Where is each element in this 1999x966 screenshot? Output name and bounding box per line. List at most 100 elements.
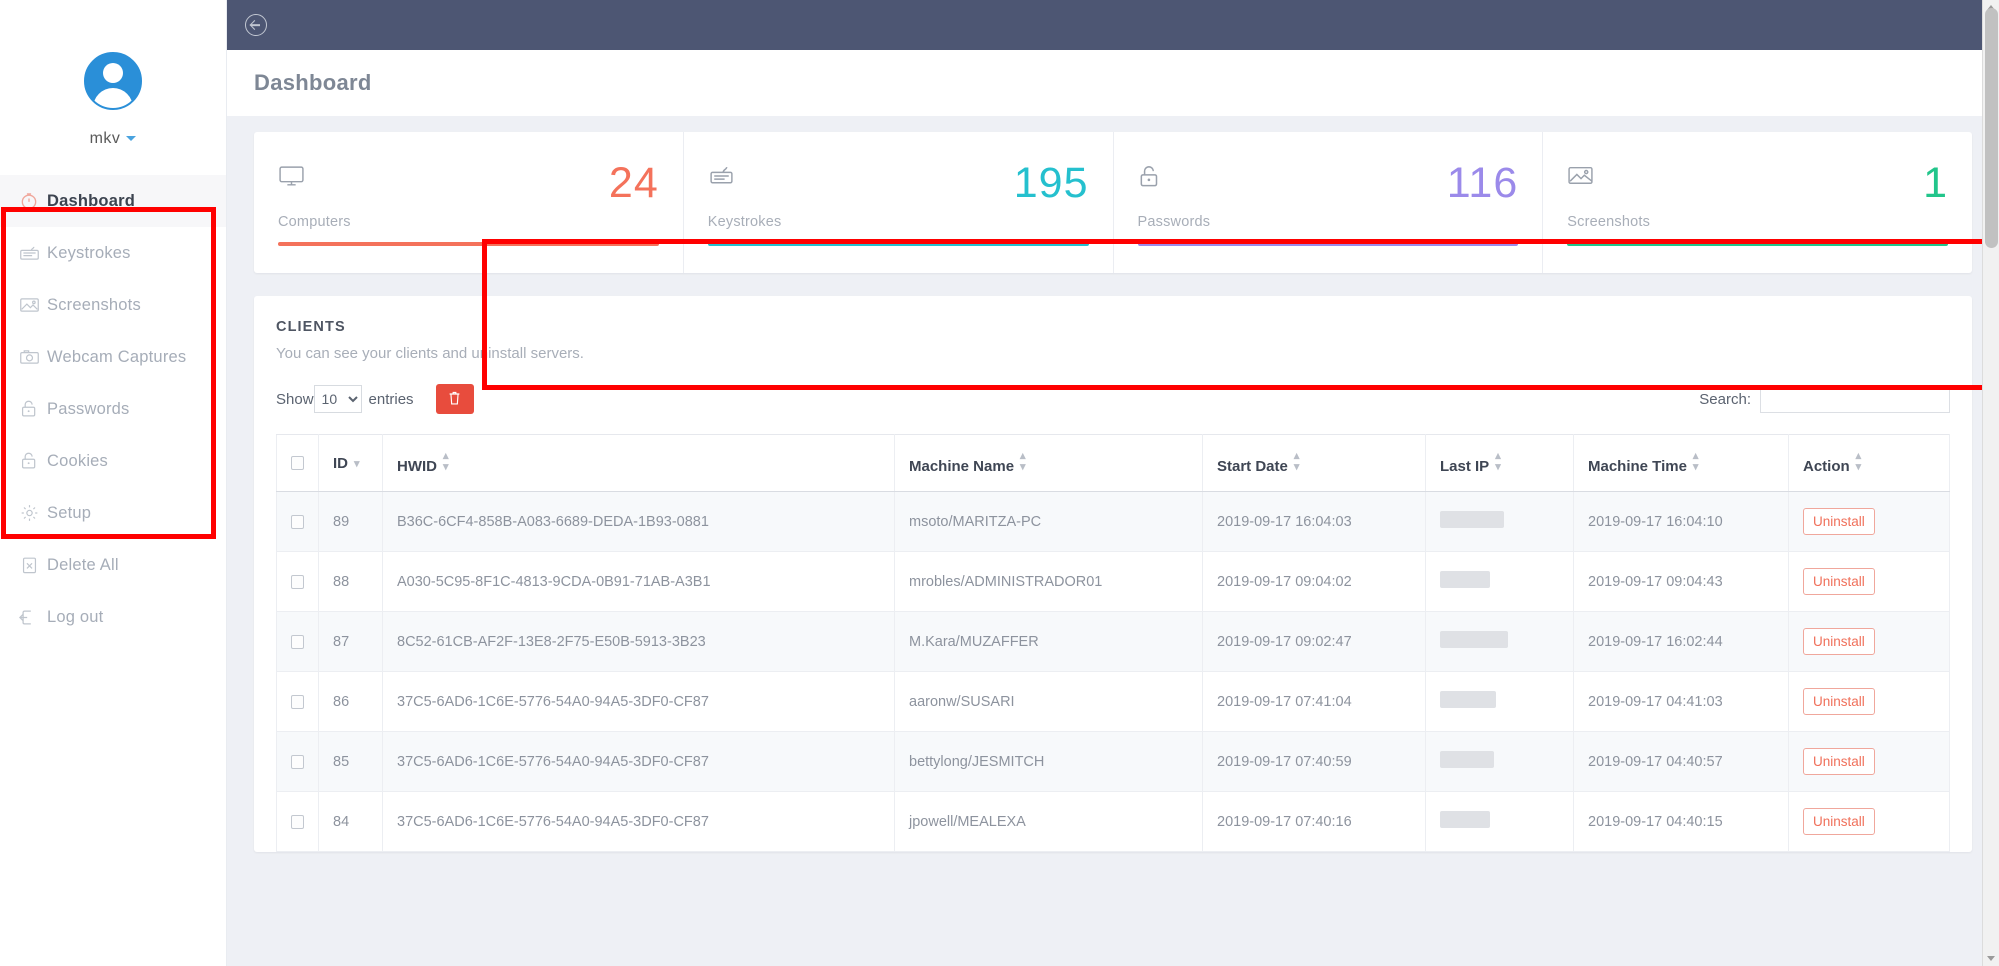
show-entries-control: Show 10 25 50 100 entries bbox=[276, 384, 474, 414]
cell-start-date: 2019-09-17 16:04:03 bbox=[1202, 491, 1426, 552]
row-checkbox[interactable] bbox=[291, 574, 304, 589]
cell-last-ip bbox=[1425, 611, 1574, 672]
sidebar-item-label: Log out bbox=[47, 607, 104, 626]
sort-both-icon: ▴ ▾ bbox=[1495, 450, 1501, 473]
sidebar-item-passwords[interactable]: Passwords bbox=[0, 383, 226, 435]
row-select-cell[interactable] bbox=[276, 731, 319, 792]
app-root: mkv Dashboard Keystrokes Screenshots Web… bbox=[0, 0, 1999, 966]
table-row[interactable]: 88 A030-5C95-8F1C-4813-9CDA-0B91-71AB-A3B… bbox=[276, 551, 1950, 612]
row-checkbox[interactable] bbox=[291, 514, 304, 529]
uninstall-button[interactable]: Uninstall bbox=[1803, 748, 1875, 775]
user-avatar-icon[interactable] bbox=[84, 52, 142, 110]
row-checkbox[interactable] bbox=[291, 814, 304, 829]
cell-machine-name: M.Kara/MUZAFFER bbox=[894, 611, 1203, 672]
sidebar-item-screenshots[interactable]: Screenshots bbox=[0, 279, 226, 331]
sidebar-item-webcam-captures[interactable]: Webcam Captures bbox=[0, 331, 226, 383]
user-menu-toggle[interactable]: mkv bbox=[0, 130, 226, 148]
table-header-row: ID ▾ HWID ▴ ▾ Machine Name ▴ ▾ Start Date ▴ ▾ bbox=[276, 434, 1950, 492]
cell-machine-time: 2019-09-17 04:40:57 bbox=[1573, 731, 1789, 792]
column-header-machine-name[interactable]: Machine Name ▴ ▾ bbox=[894, 434, 1203, 492]
sidebar-item-label: Dashboard bbox=[47, 191, 135, 210]
avatar-body bbox=[93, 88, 133, 108]
uninstall-button[interactable]: Uninstall bbox=[1803, 508, 1875, 535]
sidebar-item-keystrokes[interactable]: Keystrokes bbox=[0, 227, 226, 279]
sidebar-item-dashboard[interactable]: Dashboard bbox=[0, 175, 226, 227]
sidebar-item-setup[interactable]: Setup bbox=[0, 487, 226, 539]
monitor-icon bbox=[278, 164, 308, 192]
stat-card-keystrokes[interactable]: 195 Keystrokes bbox=[684, 132, 1114, 273]
cell-id: 87 bbox=[318, 611, 383, 672]
sort-both-icon: ▴ ▾ bbox=[443, 450, 449, 473]
cell-last-ip bbox=[1425, 671, 1574, 732]
stat-progress-bar bbox=[1567, 242, 1948, 246]
logout-icon bbox=[17, 606, 41, 628]
sidebar-profile: mkv bbox=[0, 0, 226, 148]
stat-card-passwords[interactable]: 116 Passwords bbox=[1114, 132, 1544, 273]
delete-clipboard-icon bbox=[17, 554, 41, 576]
sidebar-item-log-out[interactable]: Log out bbox=[0, 591, 226, 643]
search-input[interactable] bbox=[1760, 385, 1950, 413]
column-header-start-date[interactable]: Start Date ▴ ▾ bbox=[1202, 434, 1426, 492]
sidebar-item-label: Cookies bbox=[47, 451, 109, 470]
row-checkbox[interactable] bbox=[291, 754, 304, 769]
sidebar-item-cookies[interactable]: Cookies bbox=[0, 435, 226, 487]
topbar bbox=[227, 0, 1999, 50]
column-label: ID bbox=[333, 454, 348, 472]
column-label: Machine Name bbox=[909, 458, 1015, 475]
cell-machine-name: bettylong/JESMITCH bbox=[894, 731, 1203, 792]
cell-action: Uninstall bbox=[1788, 551, 1950, 612]
cell-start-date: 2019-09-17 07:41:04 bbox=[1202, 671, 1426, 732]
row-select-cell[interactable] bbox=[276, 671, 319, 732]
redacted-ip bbox=[1440, 571, 1490, 588]
table-row[interactable]: 85 37C5-6AD6-1C6E-5776-54A0-94A5-3DF0-CF8… bbox=[276, 731, 1950, 792]
collapse-circle-left-icon[interactable] bbox=[245, 14, 267, 36]
select-all-checkbox[interactable] bbox=[291, 456, 304, 470]
column-header-select-all[interactable] bbox=[276, 434, 319, 492]
cell-action: Uninstall bbox=[1788, 671, 1950, 732]
row-checkbox[interactable] bbox=[291, 694, 304, 709]
vertical-scrollbar[interactable] bbox=[1982, 0, 1999, 966]
camera-icon bbox=[17, 346, 41, 368]
table-row[interactable]: 84 37C5-6AD6-1C6E-5776-54A0-94A5-3DF0-CF8… bbox=[276, 791, 1950, 852]
scroll-down-arrow-icon[interactable] bbox=[1987, 956, 1995, 961]
sidebar-item-delete-all[interactable]: Delete All bbox=[0, 539, 226, 591]
cell-hwid: 37C5-6AD6-1C6E-5776-54A0-94A5-3DF0-CF87 bbox=[382, 671, 895, 732]
column-header-hwid[interactable]: HWID ▴ ▾ bbox=[382, 434, 895, 492]
username-label: mkv bbox=[89, 130, 121, 147]
cell-machine-name: jpowell/MEALEXA bbox=[894, 791, 1203, 852]
stat-top: 24 bbox=[278, 159, 659, 207]
page-length-select[interactable]: 10 25 50 100 bbox=[313, 385, 362, 413]
uninstall-button[interactable]: Uninstall bbox=[1803, 568, 1875, 595]
cell-action: Uninstall bbox=[1788, 731, 1950, 792]
row-select-cell[interactable] bbox=[276, 551, 319, 612]
stat-value: 24 bbox=[608, 159, 659, 207]
stat-top: 1 bbox=[1567, 162, 1948, 205]
row-select-cell[interactable] bbox=[276, 791, 319, 852]
redacted-ip bbox=[1440, 811, 1490, 828]
delete-selected-button[interactable] bbox=[435, 384, 474, 414]
sidebar: mkv Dashboard Keystrokes Screenshots Web… bbox=[0, 0, 227, 966]
row-select-cell[interactable] bbox=[276, 611, 319, 672]
clients-table-head: ID ▾ HWID ▴ ▾ Machine Name ▴ ▾ Start Date ▴ ▾ bbox=[276, 434, 1950, 492]
cell-id: 85 bbox=[318, 731, 383, 792]
table-row[interactable]: 87 8C52-61CB-AF2F-13E8-2F75-E50B-5913-3B2… bbox=[276, 611, 1950, 672]
row-checkbox[interactable] bbox=[291, 634, 304, 649]
uninstall-button[interactable]: Uninstall bbox=[1803, 688, 1875, 715]
redacted-ip bbox=[1440, 751, 1494, 768]
column-header-action[interactable]: Action ▴ ▾ bbox=[1788, 434, 1950, 492]
uninstall-button[interactable]: Uninstall bbox=[1803, 628, 1875, 655]
show-prefix-label: Show bbox=[276, 390, 314, 408]
scrollbar-thumb[interactable] bbox=[1985, 8, 1998, 248]
stat-card-screenshots[interactable]: 1 Screenshots bbox=[1543, 132, 1972, 273]
gear-icon bbox=[17, 502, 41, 524]
stats-card-group: 24 Computers 195 Keystrokes 116 Password… bbox=[254, 132, 1972, 273]
uninstall-button[interactable]: Uninstall bbox=[1803, 808, 1875, 835]
cell-machine-time: 2019-09-17 04:40:15 bbox=[1573, 791, 1789, 852]
column-header-machine-time[interactable]: Machine Time ▴ ▾ bbox=[1573, 434, 1789, 492]
column-header-id[interactable]: ID ▾ bbox=[318, 434, 383, 492]
stat-card-computers[interactable]: 24 Computers bbox=[254, 132, 684, 273]
row-select-cell[interactable] bbox=[276, 491, 319, 552]
table-row[interactable]: 89 B36C-6CF4-858B-A083-6689-DEDA-1B93-088… bbox=[276, 491, 1950, 552]
table-row[interactable]: 86 37C5-6AD6-1C6E-5776-54A0-94A5-3DF0-CF8… bbox=[276, 671, 1950, 732]
column-header-last-ip[interactable]: Last IP ▴ ▾ bbox=[1425, 434, 1574, 492]
